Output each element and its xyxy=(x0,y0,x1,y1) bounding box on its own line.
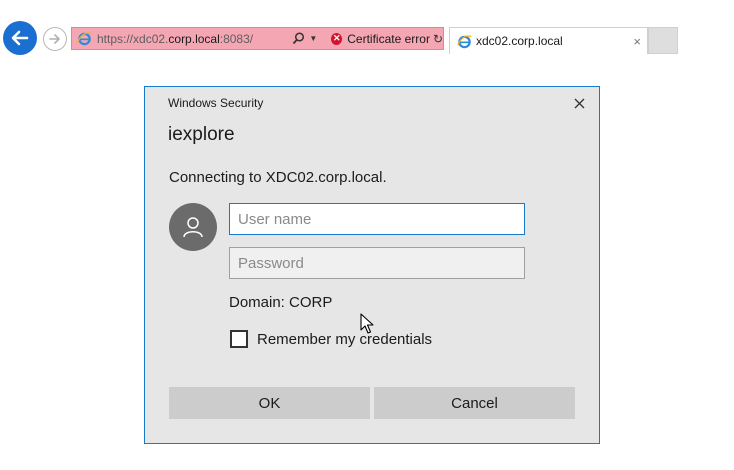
forward-button[interactable] xyxy=(43,27,67,51)
username-field[interactable] xyxy=(229,203,525,235)
close-tab-icon[interactable]: × xyxy=(633,34,641,49)
refresh-icon[interactable]: ↻ xyxy=(433,32,443,46)
dialog-title: Windows Security xyxy=(168,96,264,110)
close-icon xyxy=(574,98,584,108)
arrow-left-icon xyxy=(11,30,29,46)
chevron-down-icon: ▼ xyxy=(309,34,318,43)
url-scheme: https:// xyxy=(97,31,134,46)
tab-label: xdc02.corp.local xyxy=(476,34,563,48)
address-bar[interactable]: https://xdc02.corp.local:8083/ ▼ ✕ Certi… xyxy=(71,27,444,50)
password-field[interactable] xyxy=(229,247,525,279)
back-button[interactable] xyxy=(3,21,37,55)
new-tab-button[interactable] xyxy=(648,27,678,54)
url-text[interactable]: https://xdc02.corp.local:8083/ xyxy=(97,32,262,46)
domain-label: Domain: CORP xyxy=(229,294,333,311)
tab-xdc02[interactable]: xdc02.corp.local × xyxy=(449,27,648,54)
search-button[interactable]: ▼ xyxy=(292,32,317,45)
browser-toolbar: https://xdc02.corp.local:8083/ ▼ ✕ Certi… xyxy=(0,0,734,60)
ie-icon xyxy=(456,33,472,49)
app-name: iexplore xyxy=(168,124,235,145)
certificate-error-label[interactable]: Certificate error xyxy=(347,32,430,46)
remember-credentials-label[interactable]: Remember my credentials xyxy=(257,331,432,348)
ie-icon xyxy=(77,31,92,47)
user-icon xyxy=(183,217,203,238)
certificate-error-icon[interactable]: ✕ xyxy=(331,32,343,45)
url-host: corp.local xyxy=(168,31,220,46)
windows-security-dialog: Windows Security iexplore Connecting to … xyxy=(144,86,600,444)
close-button[interactable] xyxy=(569,93,589,113)
remember-credentials-checkbox[interactable] xyxy=(230,330,248,348)
avatar xyxy=(169,203,217,251)
mouse-pointer-icon xyxy=(360,313,374,334)
cancel-button[interactable]: Cancel xyxy=(374,387,575,419)
url-sub: xdc02. xyxy=(133,31,169,46)
url-path: :8083/ xyxy=(219,31,254,46)
ok-button[interactable]: OK xyxy=(169,387,370,419)
connection-message: Connecting to XDC02.corp.local. xyxy=(169,169,387,186)
search-icon xyxy=(293,32,305,45)
arrow-right-icon xyxy=(49,34,60,44)
